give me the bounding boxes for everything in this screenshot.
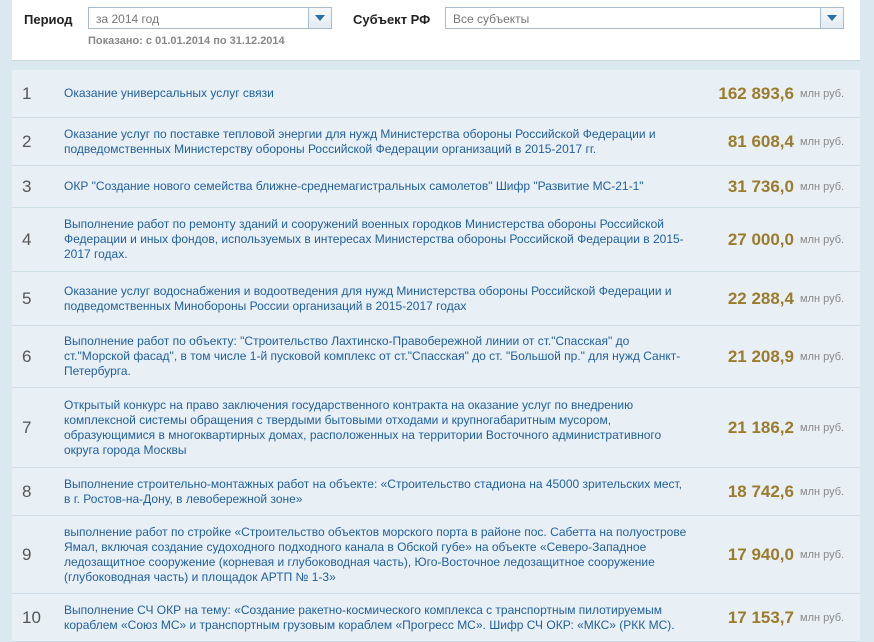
row-amount: 162 893,6 <box>718 83 794 103</box>
table-row: 8 Выполнение строительно-монтажных работ… <box>12 468 860 516</box>
table-row: 1 Оказание универсальных услуг связи 162… <box>12 70 860 118</box>
table-row: 10 Выполнение СЧ ОКР на тему: «Создание … <box>12 594 860 642</box>
row-rank: 10 <box>22 607 41 627</box>
region-select-value: Все субъекты <box>453 12 530 26</box>
contracts-list: 1 Оказание универсальных услуг связи 162… <box>12 70 860 642</box>
row-title-link[interactable]: Оказание услуг водоснабжения и водоотвед… <box>64 284 689 314</box>
row-amount: 17 940,0 <box>727 544 794 564</box>
row-amount: 31 736,0 <box>727 176 794 196</box>
row-title-link[interactable]: Открытый конкурс на право заключения гос… <box>64 398 689 458</box>
row-amount: 27 000,0 <box>727 229 794 249</box>
row-title-link[interactable]: выполнение работ по стройке «Строительст… <box>64 525 689 585</box>
row-unit: млн руб. <box>800 611 845 624</box>
row-unit: млн руб. <box>800 292 845 305</box>
row-unit: млн руб. <box>800 548 845 561</box>
period-select[interactable]: за 2014 год <box>88 7 332 29</box>
row-title-link[interactable]: Оказание услуг по поставке тепловой энер… <box>64 127 689 157</box>
filter-panel: Период за 2014 год Субъект РФ Все субъек… <box>12 0 860 61</box>
row-rank: 5 <box>22 288 32 308</box>
row-title-link[interactable]: Оказание универсальных услуг связи <box>64 86 689 101</box>
table-row: 6 Выполнение работ по объекту: "Строител… <box>12 326 860 388</box>
row-rank: 6 <box>22 346 32 366</box>
row-amount: 21 186,2 <box>727 417 794 437</box>
shown-range-text: Показано: с 01.01.2014 по 31.12.2014 <box>88 35 285 47</box>
row-title-link[interactable]: Выполнение работ по ремонту зданий и соо… <box>64 217 689 262</box>
table-row: 4 Выполнение работ по ремонту зданий и с… <box>12 208 860 272</box>
row-rank: 3 <box>22 176 32 196</box>
row-title-link[interactable]: Выполнение строительно-монтажных работ н… <box>64 477 689 507</box>
row-rank: 8 <box>22 481 32 501</box>
row-rank: 9 <box>22 544 32 564</box>
table-row: 7 Открытый конкурс на право заключения г… <box>12 388 860 468</box>
row-unit: млн руб. <box>800 135 845 148</box>
table-row: 2 Оказание услуг по поставке тепловой эн… <box>12 118 860 166</box>
region-label: Субъект РФ <box>353 12 431 27</box>
period-select-value: за 2014 год <box>96 12 160 26</box>
row-unit: млн руб. <box>800 180 845 193</box>
row-unit: млн руб. <box>800 233 845 246</box>
row-amount: 22 288,4 <box>727 288 794 308</box>
row-amount: 18 742,6 <box>727 481 794 501</box>
row-rank: 4 <box>22 229 32 249</box>
row-unit: млн руб. <box>800 87 845 100</box>
table-row: 5 Оказание услуг водоснабжения и водоотв… <box>12 272 860 326</box>
period-label: Период <box>24 12 73 27</box>
row-rank: 7 <box>22 417 32 437</box>
region-select[interactable]: Все субъекты <box>445 7 844 29</box>
table-row: 9 выполнение работ по стройке «Строитель… <box>12 516 860 594</box>
chevron-down-icon[interactable] <box>820 8 843 28</box>
row-amount: 17 153,7 <box>727 607 794 627</box>
row-unit: млн руб. <box>800 350 845 363</box>
row-rank: 2 <box>22 131 32 151</box>
row-title-link[interactable]: Выполнение СЧ ОКР на тему: «Создание рак… <box>64 603 689 633</box>
table-row: 3 ОКР "Создание нового семейства ближне-… <box>12 166 860 208</box>
chevron-down-icon[interactable] <box>308 8 331 28</box>
row-rank: 1 <box>22 83 32 103</box>
row-unit: млн руб. <box>800 421 845 434</box>
row-amount: 21 208,9 <box>727 346 794 366</box>
row-title-link[interactable]: ОКР "Создание нового семейства ближне-ср… <box>64 179 689 194</box>
row-unit: млн руб. <box>800 485 845 498</box>
row-amount: 81 608,4 <box>727 131 794 151</box>
row-title-link[interactable]: Выполнение работ по объекту: "Строительс… <box>64 334 689 379</box>
